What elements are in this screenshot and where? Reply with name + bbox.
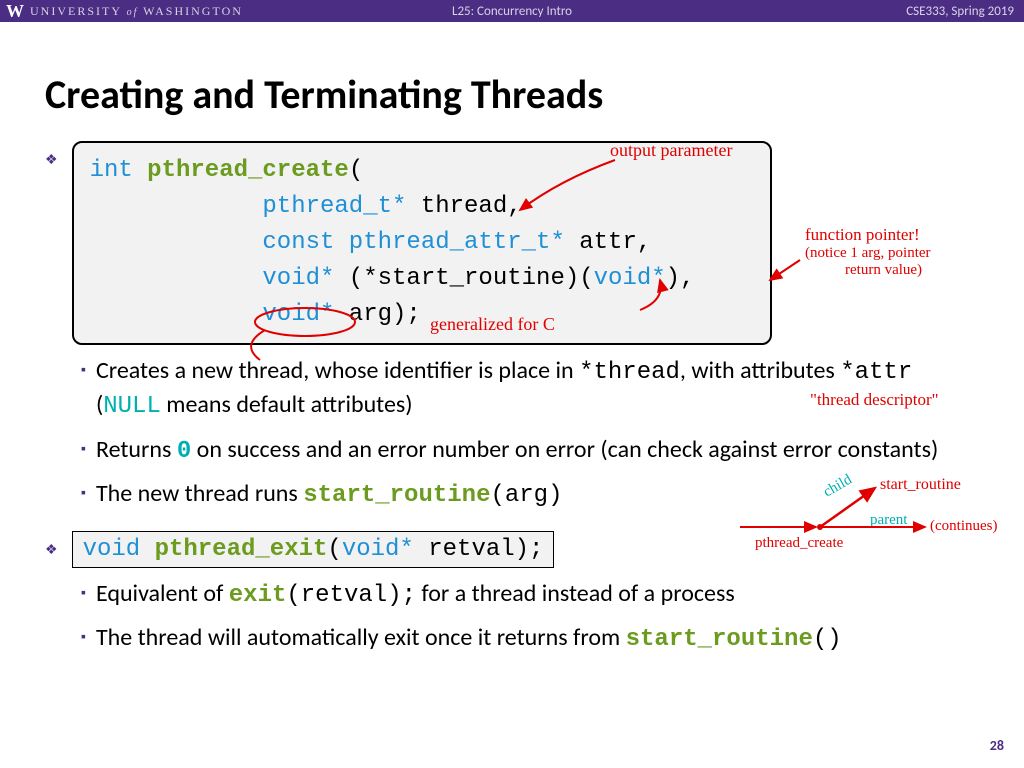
uw-logo: W UNIVERSITY of WASHINGTON: [0, 1, 243, 22]
desc-creates: ▪ Creates a new thread, whose identifier…: [81, 355, 979, 424]
diamond-icon: ❖: [45, 151, 58, 345]
uw-name: UNIVERSITY of WASHINGTON: [30, 4, 243, 19]
square-icon: ▪: [81, 484, 86, 512]
page-title: Creating and Terminating Threads: [45, 70, 979, 119]
diamond-icon: ❖: [45, 541, 58, 568]
course-id: CSE333, Spring 2019: [906, 4, 1024, 19]
square-icon: ▪: [81, 584, 86, 612]
square-icon: ▪: [81, 628, 86, 656]
uw-w: W: [6, 1, 24, 22]
slide-header: W UNIVERSITY of WASHINGTON L25: Concurre…: [0, 0, 1024, 22]
pthread-exit-desc: ▪ Equivalent of exit(retval); for a thre…: [81, 578, 979, 657]
page-number: 28: [990, 737, 1004, 754]
bullet-pthread-create: ❖ int pthread_create( pthread_t* thread,…: [45, 141, 979, 345]
desc-returns: ▪ Returns 0 on success and an error numb…: [81, 434, 979, 468]
square-icon: ▪: [81, 361, 86, 424]
desc-auto-exit: ▪ The thread will automatically exit onc…: [81, 622, 979, 656]
desc-equivalent: ▪ Equivalent of exit(retval); for a thre…: [81, 578, 979, 612]
pthread-create-desc: ▪ Creates a new thread, whose identifier…: [81, 355, 979, 513]
square-icon: ▪: [81, 440, 86, 468]
lecture-title: L25: Concurrency Intro: [452, 4, 572, 19]
code-pthread-exit: void pthread_exit(void* retval);: [72, 531, 555, 568]
code-pthread-create: int pthread_create( pthread_t* thread, c…: [72, 141, 772, 345]
slide-body: Creating and Terminating Threads ❖ int p…: [0, 22, 1024, 656]
desc-runs: ▪ The new thread runs start_routine(arg): [81, 478, 979, 512]
bullet-pthread-exit: ❖ void pthread_exit(void* retval);: [45, 531, 979, 568]
